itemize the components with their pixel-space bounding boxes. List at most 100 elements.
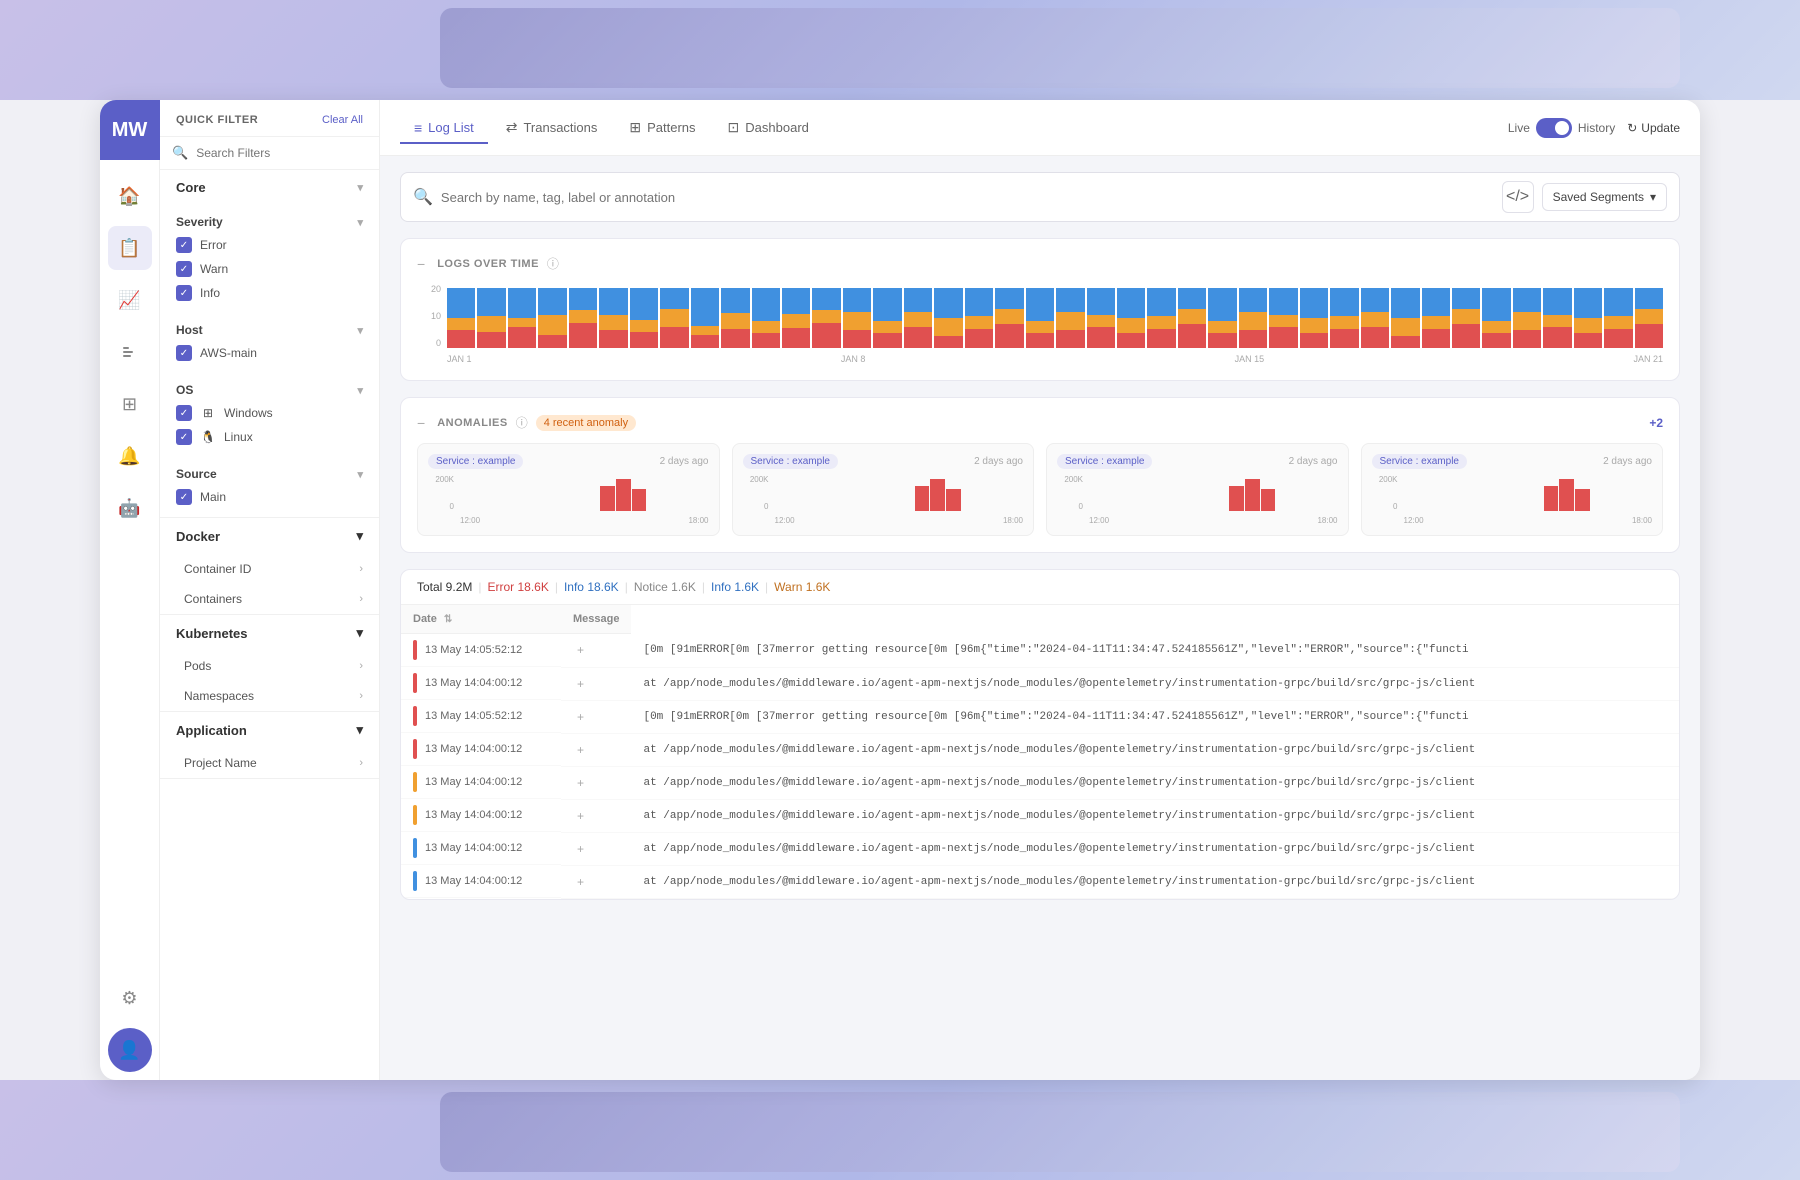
main-search-bar[interactable]: 🔍 </> Saved Segments ▾ [400,172,1680,222]
severity-header[interactable]: Severity ▾ [176,209,363,233]
chart-bar-group[interactable] [1543,284,1571,348]
tab-patterns[interactable]: ⊞ Patterns [615,111,709,144]
tab-transactions[interactable]: ⇄ Transactions [492,111,612,144]
chart-bar-group[interactable] [782,284,810,348]
chart-bar-group[interactable] [599,284,627,348]
chart-bar-group[interactable] [1330,284,1358,348]
live-toggle[interactable]: Live History [1508,118,1615,138]
filter-search-bar[interactable]: 🔍 [160,137,379,170]
expand-button[interactable]: + [573,677,588,691]
application-project-name-item[interactable]: Project Name › [160,748,379,778]
date-column-header[interactable]: Date ⇅ [401,605,561,634]
chart-bar-group[interactable] [1300,284,1328,348]
chart-bar-group[interactable] [508,284,536,348]
chart-bar-group[interactable] [1026,284,1054,348]
nav-logs-icon[interactable]: 📋 [108,226,152,270]
anomalies-info-icon[interactable]: ⓘ [516,414,528,431]
linux-checkbox[interactable] [176,429,192,445]
info-checkbox[interactable] [176,285,192,301]
main-search-input[interactable] [441,190,1494,205]
expand-button[interactable]: + [573,809,588,823]
table-row[interactable]: 13 May 14:05:52:12+[0m [91mERROR[0m [37m… [401,634,1679,668]
log-expand-cell[interactable]: + [561,700,631,733]
table-row[interactable]: 13 May 14:04:00:12+at /app/node_modules/… [401,799,1679,832]
log-expand-cell[interactable]: + [561,865,631,898]
log-expand-cell[interactable]: + [561,667,631,700]
chart-bar-group[interactable] [1452,284,1480,348]
chart-bar-group[interactable] [1208,284,1236,348]
log-expand-cell[interactable]: + [561,634,631,668]
warn-checkbox[interactable] [176,261,192,277]
expand-button[interactable]: + [573,643,588,657]
nav-alerts-icon[interactable]: 🔔 [108,434,152,478]
chart-bar-group[interactable] [569,284,597,348]
expand-button[interactable]: + [573,842,588,856]
log-expand-cell[interactable]: + [561,799,631,832]
chart-bar-group[interactable] [1513,284,1541,348]
chart-bar-group[interactable] [1391,284,1419,348]
host-aws-main-item[interactable]: AWS-main [176,341,363,365]
anomaly-plus-button[interactable]: +2 [1649,416,1663,430]
chart-bar-group[interactable] [721,284,749,348]
os-linux-item[interactable]: 🐧 Linux [176,425,363,449]
host-header[interactable]: Host ▾ [176,317,363,341]
log-expand-cell[interactable]: + [561,733,631,766]
os-windows-item[interactable]: ⊞ Windows [176,401,363,425]
chart-bar-group[interactable] [812,284,840,348]
docker-container-id-item[interactable]: Container ID › [160,554,379,584]
anomalies-collapse-button[interactable]: − [417,415,425,431]
chart-bar-group[interactable] [538,284,566,348]
tab-log-list[interactable]: ≡ Log List [400,112,488,144]
kubernetes-namespaces-item[interactable]: Namespaces › [160,681,379,711]
application-section-header[interactable]: Application ▾ [160,712,379,748]
expand-button[interactable]: + [573,710,588,724]
clear-all-button[interactable]: Clear All [322,114,363,126]
chart-bar-group[interactable] [1147,284,1175,348]
docker-containers-item[interactable]: Containers › [160,584,379,614]
chart-bar-group[interactable] [904,284,932,348]
log-expand-cell[interactable]: + [561,766,631,799]
nav-traces-icon[interactable] [108,330,152,374]
docker-section-header[interactable]: Docker ▾ [160,518,379,554]
chart-bar-group[interactable] [1604,284,1632,348]
chart-collapse-button[interactable]: − [417,256,425,272]
expand-button[interactable]: + [573,875,588,889]
chart-bar-group[interactable] [1635,284,1663,348]
source-main-item[interactable]: Main [176,485,363,509]
core-section-header[interactable]: Core ▾ [160,170,379,205]
kubernetes-section-header[interactable]: Kubernetes ▾ [160,615,379,651]
chart-bar-group[interactable] [934,284,962,348]
tab-dashboard[interactable]: ⊡ Dashboard [714,111,823,144]
nav-bot-icon[interactable]: 🤖 [108,486,152,530]
chart-bar-group[interactable] [660,284,688,348]
chart-bar-group[interactable] [752,284,780,348]
nav-dashboards-icon[interactable]: ⊞ [108,382,152,426]
expand-button[interactable]: + [573,776,588,790]
chart-bar-group[interactable] [1087,284,1115,348]
severity-warn-item[interactable]: Warn [176,257,363,281]
table-row[interactable]: 13 May 14:04:00:12+at /app/node_modules/… [401,667,1679,700]
update-button[interactable]: ↻ Update [1627,121,1680,135]
table-row[interactable]: 13 May 14:04:00:12+at /app/node_modules/… [401,865,1679,898]
filter-search-input[interactable] [196,146,367,160]
chart-bar-group[interactable] [630,284,658,348]
table-row[interactable]: 13 May 14:04:00:12+at /app/node_modules/… [401,766,1679,799]
live-toggle-switch[interactable] [1536,118,1572,138]
log-expand-cell[interactable]: + [561,832,631,865]
chart-bar-group[interactable] [691,284,719,348]
main-checkbox[interactable] [176,489,192,505]
chart-bar-group[interactable] [477,284,505,348]
table-row[interactable]: 13 May 14:05:52:12+[0m [91mERROR[0m [37m… [401,700,1679,733]
expand-button[interactable]: + [573,743,588,757]
chart-bar-group[interactable] [965,284,993,348]
os-header[interactable]: OS ▾ [176,377,363,401]
chart-bar-group[interactable] [843,284,871,348]
chart-bar-group[interactable] [873,284,901,348]
saved-segments-dropdown[interactable]: Saved Segments ▾ [1542,183,1667,211]
chart-bar-group[interactable] [1239,284,1267,348]
windows-checkbox[interactable] [176,405,192,421]
error-checkbox[interactable] [176,237,192,253]
table-row[interactable]: 13 May 14:04:00:12+at /app/node_modules/… [401,733,1679,766]
aws-main-checkbox[interactable] [176,345,192,361]
nav-metrics-icon[interactable]: 📈 [108,278,152,322]
